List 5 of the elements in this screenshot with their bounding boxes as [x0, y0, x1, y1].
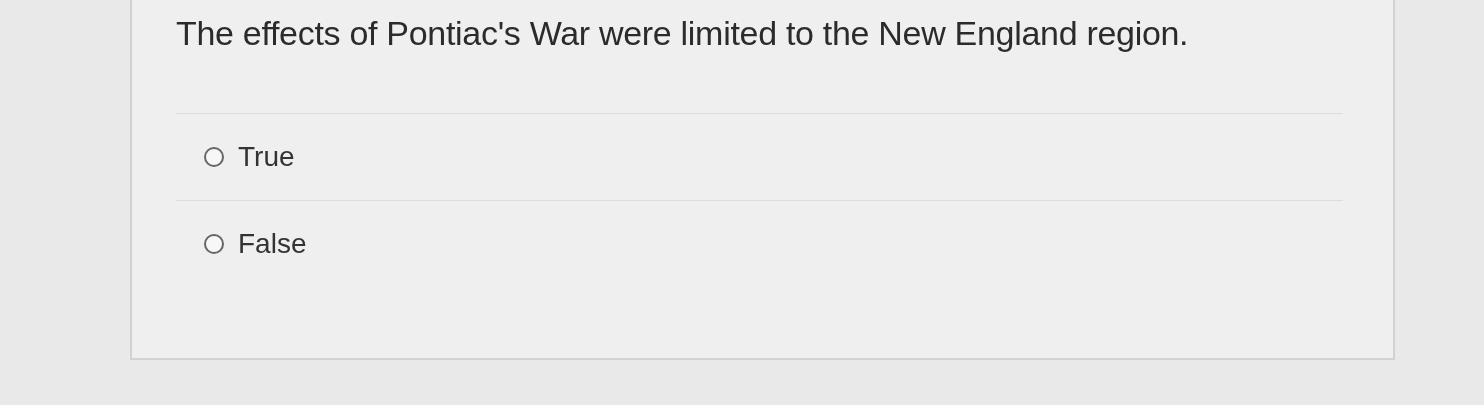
radio-button[interactable] [204, 234, 224, 254]
radio-button[interactable] [204, 147, 224, 167]
option-label[interactable]: False [238, 228, 307, 260]
question-text: The effects of Pontiac's War were limited to the New England region. [176, 14, 1189, 53]
option-label[interactable]: True [238, 141, 295, 173]
